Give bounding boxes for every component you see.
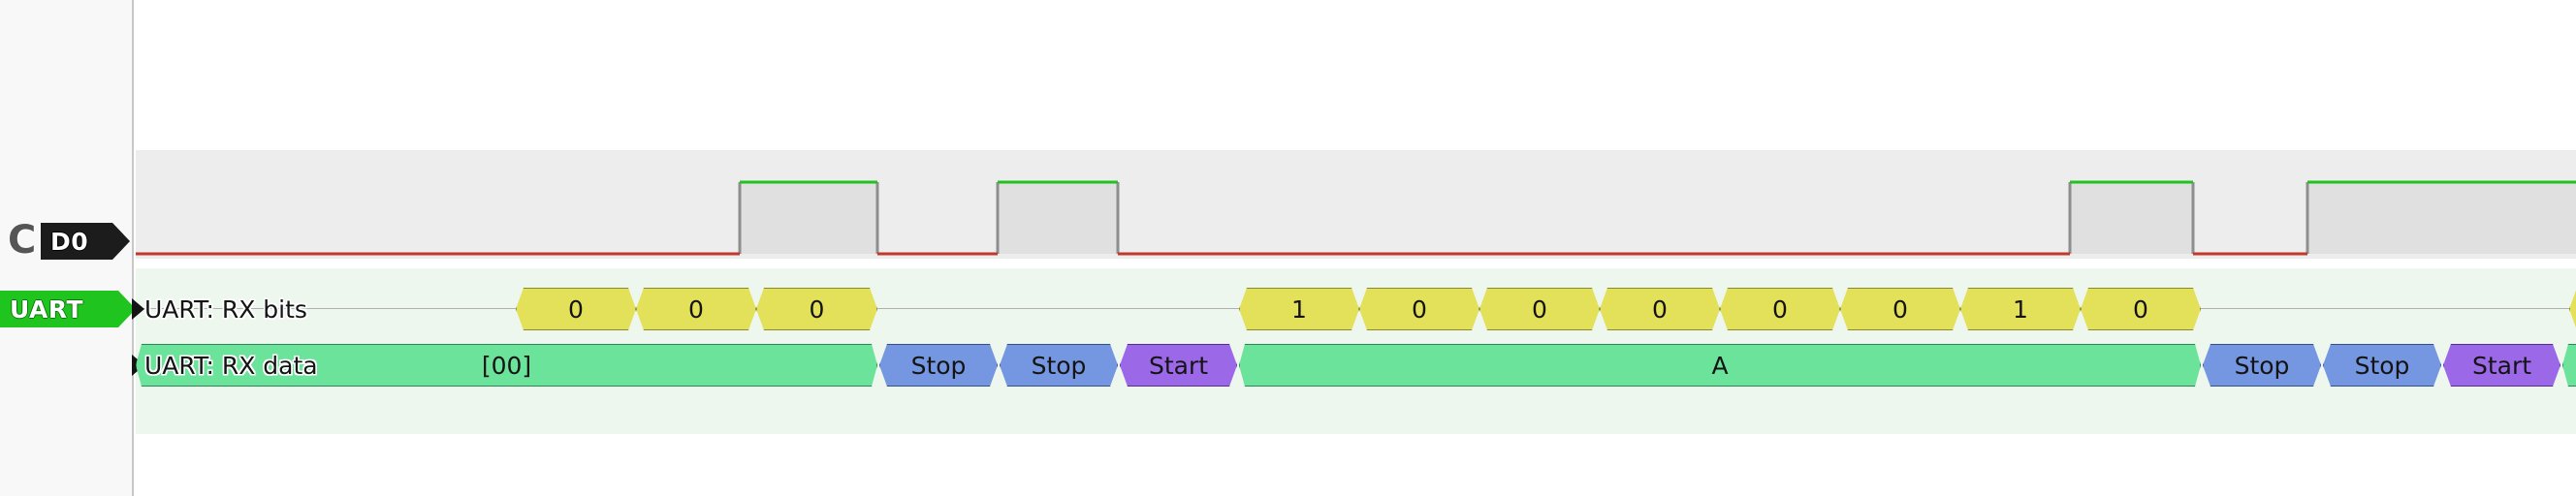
decode-row-rx-bits[interactable]: 0 0 0 1 0 0 0 0 0 1 0 0 UART: RX bits — [132, 288, 2576, 330]
rx-bit-cell[interactable]: 0 — [2569, 288, 2576, 330]
rx-bit-cell[interactable]: 0 — [516, 288, 636, 330]
rx-data-cell[interactable]: A — [1239, 344, 2201, 387]
cell-label: 0 — [1892, 294, 1908, 324]
channel-label-gutter: C D0 UART — [0, 0, 134, 496]
cell-label: 1 — [1291, 294, 1307, 324]
cell-label: A — [1711, 351, 1729, 380]
rx-bit-cell[interactable]: 0 — [636, 288, 756, 330]
cell-label: Stop — [2234, 351, 2290, 380]
cell-label: Stop — [1031, 351, 1087, 380]
cell-label: 1 — [2013, 294, 2028, 324]
rx-bit-cell[interactable]: 0 — [1600, 288, 1720, 330]
rx-bit-cell[interactable]: 0 — [756, 288, 877, 330]
rx-data-cell[interactable]: [00] — [136, 344, 877, 387]
rx-bit-cell[interactable]: 1 — [1239, 288, 1359, 330]
rx-bit-cell[interactable]: 0 — [2081, 288, 2201, 330]
rx-data-cell[interactable] — [2562, 344, 2576, 387]
cell-label: Start — [2471, 351, 2532, 380]
cell-label: 0 — [809, 294, 825, 324]
cell-label: 0 — [1652, 294, 1668, 324]
cell-label: 0 — [2133, 294, 2148, 324]
digital-waveform-d0 — [136, 180, 2576, 256]
cell-label: Stop — [910, 351, 967, 380]
rx-start-cell[interactable]: Start — [1120, 344, 1237, 387]
decode-row-rx-data[interactable]: [00] Stop Stop Start A Stop Stop Start UART: RX… — [132, 344, 2576, 387]
rx-bit-cell[interactable]: 0 — [1359, 288, 1479, 330]
rx-bit-cell[interactable]: 1 — [1960, 288, 2081, 330]
cell-label: 0 — [1412, 294, 1427, 324]
rx-stop-cell[interactable]: Stop — [2203, 344, 2321, 387]
cell-label: Stop — [2354, 351, 2410, 380]
rx-start-cell[interactable]: Start — [2443, 344, 2560, 387]
cell-label: [00] — [481, 351, 532, 380]
rx-bit-cell[interactable]: 0 — [1720, 288, 1840, 330]
rx-bit-cell[interactable]: 0 — [1840, 288, 1960, 330]
waveform-plot-area[interactable]: 0 0 0 1 0 0 0 0 0 1 0 0 UART: RX bits [00] Stop Stop S… — [132, 0, 2576, 496]
decoder-tag-uart[interactable]: UART — [0, 291, 136, 327]
rx-stop-cell[interactable]: Stop — [1000, 344, 1118, 387]
cell-label: 0 — [568, 294, 584, 324]
channel-c-icon: C — [8, 218, 37, 263]
channel-tag-d0[interactable]: D0 — [41, 223, 130, 260]
cell-label: 0 — [1772, 294, 1788, 324]
rx-bit-cell[interactable]: 0 — [1479, 288, 1600, 330]
logic-analyzer-window: C D0 UART 0 0 0 1 0 0 0 0 0 1 0 0 UART: RX bits [00… — [0, 0, 2576, 496]
rx-bits-row-title: UART: RX bits — [144, 294, 307, 324]
cell-label: 0 — [688, 294, 704, 324]
rx-stop-cell[interactable]: Stop — [879, 344, 998, 387]
row-expand-triangle-icon[interactable] — [132, 298, 144, 320]
rx-stop-cell[interactable]: Stop — [2323, 344, 2441, 387]
cell-label: Start — [1148, 351, 1209, 380]
cell-label: 0 — [1532, 294, 1547, 324]
